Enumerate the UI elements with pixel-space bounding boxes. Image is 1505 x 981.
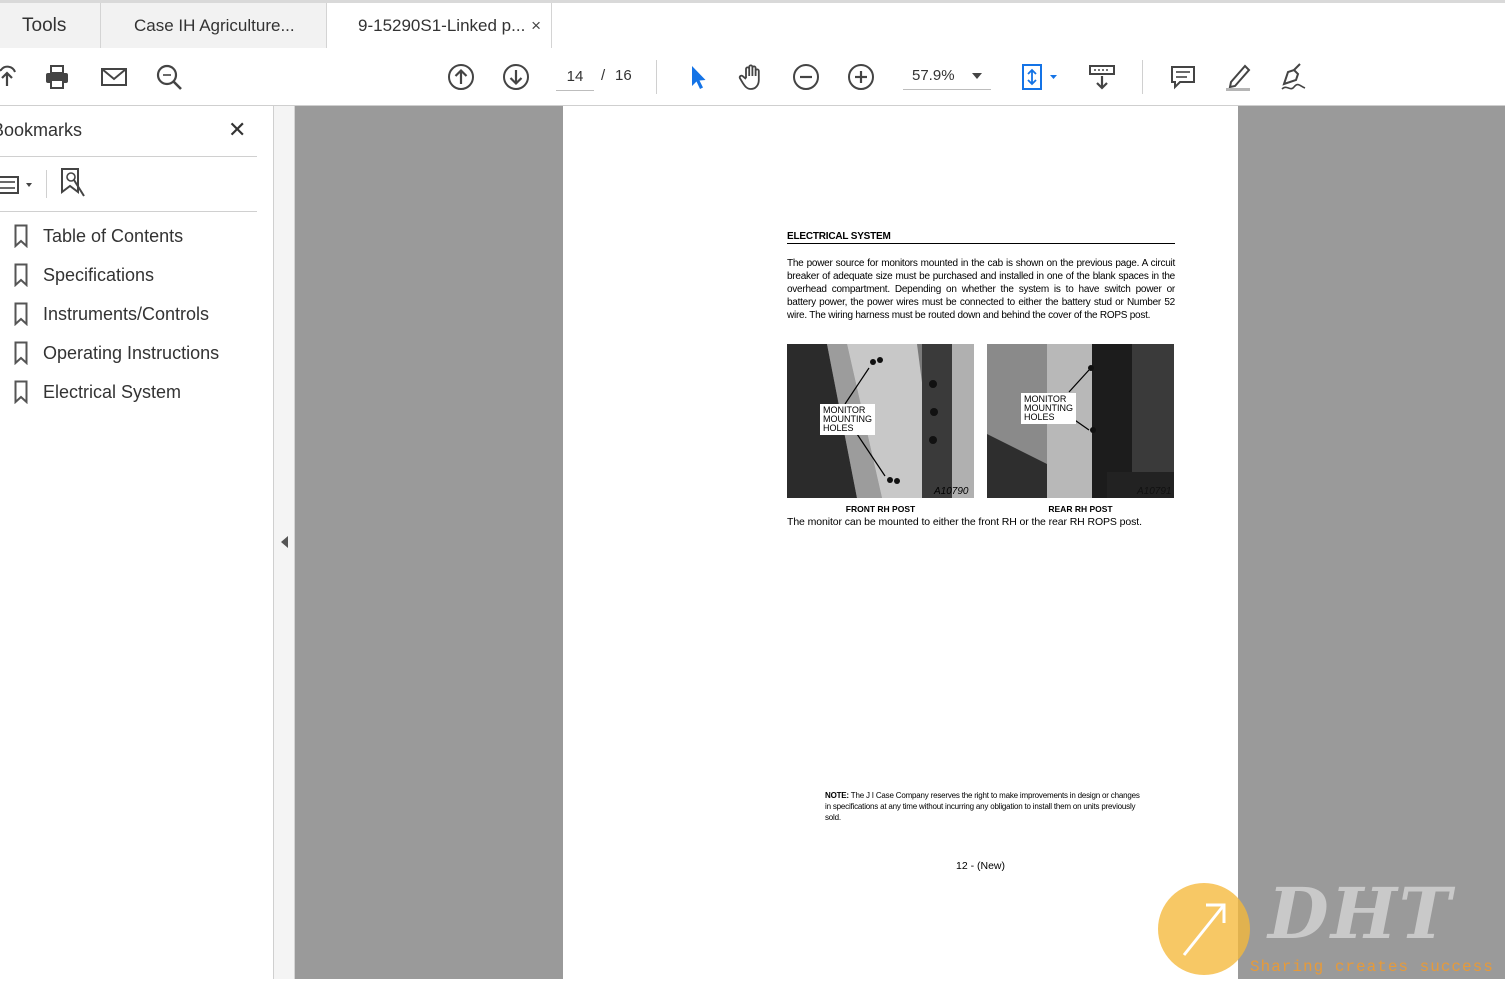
select-tool-icon[interactable] xyxy=(680,60,714,94)
previous-page-icon[interactable] xyxy=(444,60,478,94)
note-label: NOTE: xyxy=(825,791,849,800)
chevron-down-icon xyxy=(972,73,982,79)
bookmark-icon xyxy=(14,224,28,248)
tab-document-2-label: 9-15290S1-Linked p... xyxy=(358,16,526,35)
bookmark-item[interactable]: Instruments/Controls xyxy=(0,295,257,334)
tab-tools-label: Tools xyxy=(22,14,67,36)
bookmark-item[interactable]: Operating Instructions xyxy=(0,334,257,373)
photo-front-rh-post: MONITOR MOUNTING HOLES A10790 xyxy=(787,344,974,498)
bookmark-icon xyxy=(14,341,28,365)
page-fit-icon[interactable] xyxy=(1016,60,1062,94)
watermark-tagline: Sharing creates success xyxy=(1250,958,1494,976)
panel-divider xyxy=(0,211,257,212)
tab-bar: Tools Case IH Agriculture... 9-15290S1-L… xyxy=(0,0,1505,49)
body-paragraph: The power source for monitors mounted in… xyxy=(787,258,1175,321)
figure-caption: The monitor can be mounted to either the… xyxy=(787,516,1142,528)
arrow-icon xyxy=(1182,903,1226,956)
close-tab-icon[interactable]: × xyxy=(531,16,541,36)
bookmark-options-icon[interactable] xyxy=(0,170,36,200)
toolbar-divider xyxy=(656,60,657,94)
panel-splitter[interactable] xyxy=(274,106,295,979)
bookmark-icon xyxy=(14,263,28,287)
bookmark-icon xyxy=(14,380,28,404)
document-canvas[interactable]: ELECTRICAL SYSTEM The power source for m… xyxy=(295,106,1505,979)
bookmark-label: Instruments/Controls xyxy=(43,304,210,324)
photo-callout: MONITOR MOUNTING HOLES xyxy=(820,404,875,435)
page-total: 16 xyxy=(615,67,632,84)
print-icon[interactable] xyxy=(40,60,74,94)
panel-title: Bookmarks xyxy=(0,120,83,140)
zoom-level-value: 57.9% xyxy=(912,67,955,84)
bookmark-item[interactable]: Table of Contents xyxy=(0,217,257,256)
photo-image xyxy=(987,344,1174,498)
hand-tool-icon[interactable] xyxy=(735,60,769,94)
bookmark-label: Operating Instructions xyxy=(43,343,220,363)
zoom-out-icon[interactable] xyxy=(789,60,823,94)
new-bookmark-icon[interactable] xyxy=(58,166,88,200)
photo-code: A10790 xyxy=(934,486,969,497)
tab-document-1-label: Case IH Agriculture... xyxy=(134,15,295,35)
panel-tool-divider xyxy=(46,170,47,198)
watermark-brand: DHT xyxy=(1268,872,1453,955)
note-text: The J I Case Company reserves the right … xyxy=(825,791,1140,822)
collapse-panel-icon[interactable] xyxy=(281,536,288,548)
page-footer-number: 12 - (New) xyxy=(956,860,1006,872)
main-toolbar: 14 / 16 57.9% xyxy=(0,48,1505,106)
tab-document-2[interactable]: 9-15290S1-Linked p... × xyxy=(327,3,552,49)
toolbar-divider xyxy=(1142,60,1143,94)
next-page-icon[interactable] xyxy=(499,60,533,94)
bookmark-label: Table of Contents xyxy=(43,226,184,246)
bookmark-item[interactable]: Electrical System xyxy=(0,373,257,412)
photo-image xyxy=(787,344,974,498)
bookmark-label: Specifications xyxy=(43,265,155,285)
note-block: NOTE: The J I Case Company reserves the … xyxy=(825,790,1143,823)
panel-divider xyxy=(0,156,257,157)
email-icon[interactable] xyxy=(97,60,131,94)
photo-caption: FRONT RH POST xyxy=(845,504,916,514)
tab-document-1[interactable]: Case IH Agriculture... xyxy=(101,3,327,48)
comment-icon[interactable] xyxy=(1166,60,1200,94)
zoom-level-select[interactable]: 57.9% xyxy=(903,62,991,90)
sign-icon[interactable] xyxy=(1276,60,1310,94)
highlight-icon[interactable] xyxy=(1221,60,1255,94)
search-icon[interactable] xyxy=(152,60,186,94)
photo-rear-rh-post: MONITOR MOUNTING HOLES A10791 xyxy=(987,344,1174,498)
upload-icon[interactable] xyxy=(0,60,24,94)
tab-tools[interactable]: Tools xyxy=(0,3,101,48)
page-number-input[interactable]: 14 xyxy=(556,62,594,91)
close-panel-icon[interactable]: ✕ xyxy=(228,117,246,143)
scroll-mode-icon[interactable] xyxy=(1085,60,1119,94)
photo-callout: MONITOR MOUNTING HOLES xyxy=(1021,393,1076,424)
document-page: ELECTRICAL SYSTEM The power source for m… xyxy=(563,106,1238,979)
page-separator: / xyxy=(601,67,606,84)
bookmark-list: Table of Contents Specifications Instrum… xyxy=(0,217,257,412)
section-heading: ELECTRICAL SYSTEM xyxy=(787,231,1175,244)
bookmark-icon xyxy=(14,302,28,326)
callout-line: HOLES xyxy=(823,423,854,433)
photo-code: A10791 xyxy=(1137,486,1172,497)
photo-caption: REAR RH POST xyxy=(1048,504,1113,514)
callout-line: HOLES xyxy=(1024,412,1055,422)
watermark-logo xyxy=(1158,883,1250,975)
bookmarks-panel: Bookmarks ✕ Table of Contents Specificat… xyxy=(0,106,274,979)
bookmark-item[interactable]: Specifications xyxy=(0,256,257,295)
bookmark-label: Electrical System xyxy=(43,382,182,402)
zoom-in-icon[interactable] xyxy=(844,60,878,94)
